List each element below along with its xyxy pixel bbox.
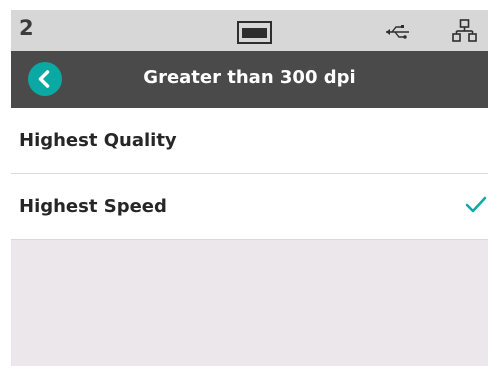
status-number: 2 (19, 16, 34, 40)
output-tray-icon (237, 21, 272, 44)
options-list: Highest Quality Highest Speed (11, 108, 488, 240)
checkmark-icon (465, 196, 487, 213)
usb-icon (386, 25, 409, 39)
option-label: Highest Quality (19, 130, 177, 151)
option-highest-quality[interactable]: Highest Quality (11, 108, 488, 174)
screen-header: Greater than 300 dpi (11, 51, 488, 108)
device-screen: 2 Greater than 300 dpi Highest Quality H… (11, 10, 488, 366)
option-highest-speed[interactable]: Highest Speed (11, 174, 488, 240)
status-bar: 2 (11, 10, 488, 51)
network-icon (452, 19, 477, 42)
option-label: Highest Speed (19, 196, 167, 217)
page-title: Greater than 300 dpi (143, 67, 356, 88)
